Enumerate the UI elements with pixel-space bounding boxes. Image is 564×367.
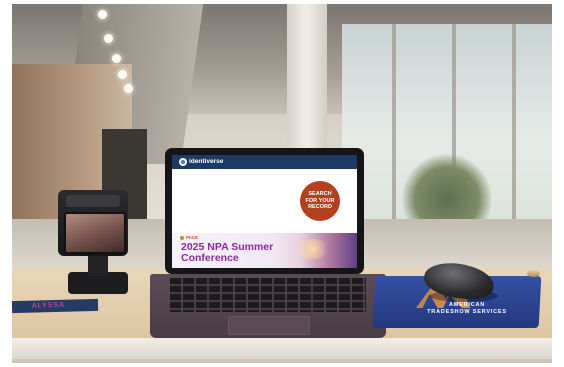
badge-text: ALYSSA <box>31 301 65 310</box>
pace-label: PACE <box>186 235 199 240</box>
mousepad-text-line-2: TRADESHOW SERVICES <box>427 309 507 315</box>
search-record-button[interactable]: SEARCH FOR YOUR RECORD <box>300 181 340 221</box>
pace-logo-icon <box>180 236 184 240</box>
search-button-line-3: RECORD <box>308 204 332 211</box>
name-badge: ALYSSA <box>11 298 99 314</box>
scanner-camera <box>66 195 120 207</box>
mousepad-text-line-1: AMERICAN <box>448 302 486 308</box>
tablet-screen: identiverse SEARCH FOR YOUR RECORD PACE … <box>172 155 357 268</box>
pace-logo: PACE <box>180 235 198 240</box>
keyboard-rows <box>170 278 366 312</box>
ceiling-light <box>98 10 107 19</box>
desk-edge <box>12 338 552 359</box>
conference-title: 2025 NPA Summer Conference <box>181 242 273 264</box>
ceiling-light <box>118 70 127 79</box>
conference-title-line-2: Conference <box>181 252 239 264</box>
scanner-window <box>64 212 126 254</box>
ceiling-light <box>124 84 133 93</box>
coin <box>527 270 540 277</box>
brand-name: identiverse <box>189 158 224 165</box>
banner-city-glow <box>292 239 332 259</box>
ceiling-light <box>104 34 113 43</box>
mousepad-text: AMERICAN TRADESHOW SERVICES <box>402 302 532 316</box>
app-header: identiverse <box>172 155 357 169</box>
trackpad <box>228 316 310 335</box>
ceiling-light <box>112 54 121 63</box>
brand-logo-icon <box>179 158 187 166</box>
